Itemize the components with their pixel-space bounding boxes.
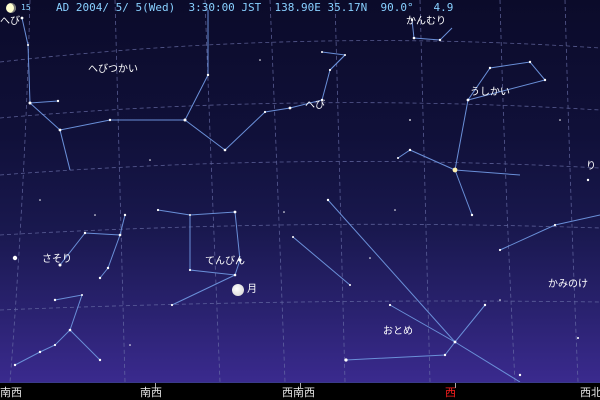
direction-label-west-southwest: 西南西 <box>282 386 315 399</box>
direction-bar: 南西 南西 西南西 西 西北 <box>0 382 600 400</box>
moon-label: 月 <box>247 284 257 295</box>
moon-phase-icon <box>6 3 16 13</box>
direction-label-southwest-left: 南西 <box>0 386 22 399</box>
constellation-label-hebitsukai: へびつかい <box>88 64 138 75</box>
constellation-label-tenbin: てんびん <box>205 256 245 267</box>
planetarium-window: 月 へび へびつかい へび かんむり うしかい り さそり てんびん おとめ か… <box>0 0 600 400</box>
direction-label-west-northwest: 西北 <box>580 386 600 399</box>
constellation-label-ri: り <box>586 161 596 172</box>
moon-icon[interactable] <box>232 284 244 296</box>
sky-canvas <box>0 0 600 382</box>
moon-age: 15 <box>21 3 31 12</box>
constellation-label-hebi: へび <box>305 100 325 111</box>
constellation-label-otome: おとめ <box>383 326 413 337</box>
constellation-label-kaminoke: かみのけ <box>548 279 588 290</box>
status-text: AD 2004/ 5/ 5(Wed) 3:30:00 JST 138.90E 3… <box>56 1 454 14</box>
direction-label-west: 西 <box>445 386 456 399</box>
constellation-label-ushikai: うしかい <box>470 87 510 98</box>
direction-label-southwest: 南西 <box>140 386 162 399</box>
sky-view[interactable]: 月 へび へびつかい へび かんむり うしかい り さそり てんびん おとめ か… <box>0 0 600 382</box>
status-bar: 15 AD 2004/ 5/ 5(Wed) 3:30:00 JST 138.90… <box>0 0 600 16</box>
coordinate-grid <box>0 0 600 382</box>
constellation-label-sasori: さそり <box>42 254 72 265</box>
